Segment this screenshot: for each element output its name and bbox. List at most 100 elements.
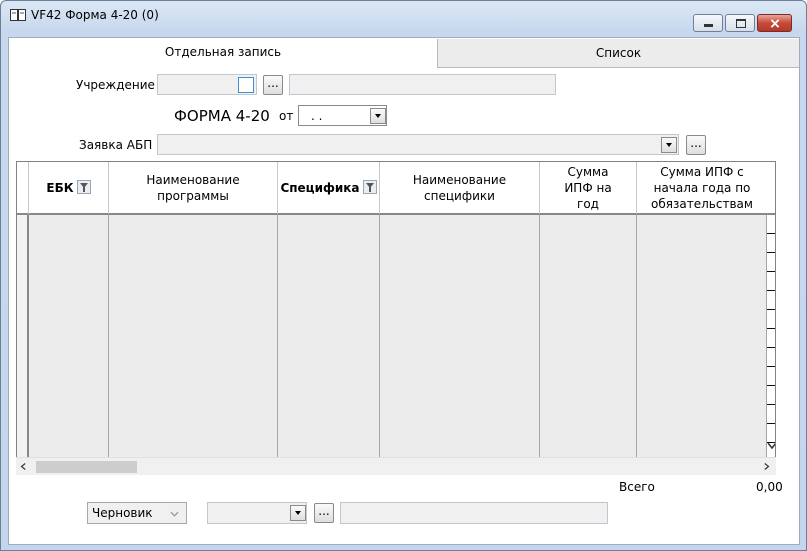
table-cell[interactable] [380, 348, 540, 367]
table-cell[interactable] [637, 253, 767, 272]
scroll-left-icon[interactable] [20, 462, 26, 471]
table-cell[interactable] [540, 291, 637, 310]
secondary-dropdown-arrow-icon[interactable] [290, 505, 306, 521]
column-header-specifics-name[interactable]: Наименование специфики [380, 162, 540, 215]
horizontal-scroll-thumb[interactable] [36, 461, 137, 473]
tab-single-record[interactable]: Отдельная запись [9, 38, 437, 68]
row-selector[interactable] [17, 424, 29, 443]
table-cell[interactable] [637, 386, 767, 405]
table-cell[interactable] [278, 348, 380, 367]
table-cell[interactable] [380, 272, 540, 291]
table-cell[interactable] [540, 367, 637, 386]
table-cell[interactable] [637, 310, 767, 329]
row-selector[interactable] [17, 234, 29, 253]
table-cell[interactable] [109, 386, 278, 405]
table-cell[interactable] [278, 272, 380, 291]
table-cell[interactable] [637, 405, 767, 424]
row-selector[interactable] [17, 405, 29, 424]
table-cell[interactable] [109, 291, 278, 310]
table-cell[interactable] [109, 405, 278, 424]
table-cell[interactable] [540, 310, 637, 329]
column-header-program-name[interactable]: Наименование программы [109, 162, 278, 215]
table-cell[interactable] [278, 329, 380, 348]
table-cell[interactable] [29, 329, 109, 348]
table-cell[interactable] [380, 329, 540, 348]
table-cell[interactable] [29, 272, 109, 291]
table-cell[interactable] [278, 405, 380, 424]
scroll-right-icon[interactable] [764, 462, 770, 471]
request-browse-button[interactable]: ... [686, 135, 706, 155]
table-cell[interactable] [109, 272, 278, 291]
date-dropdown-arrow-icon[interactable] [370, 108, 386, 124]
table-row[interactable] [17, 386, 775, 405]
footer-text-field[interactable] [340, 502, 608, 524]
table-cell[interactable] [540, 234, 637, 253]
funnel-icon[interactable] [76, 179, 91, 194]
table-cell[interactable] [540, 272, 637, 291]
horizontal-scrollbar[interactable] [16, 457, 776, 475]
table-cell[interactable] [109, 253, 278, 272]
table-cell[interactable] [540, 386, 637, 405]
table-cell[interactable] [278, 291, 380, 310]
table-row[interactable] [17, 348, 775, 367]
table-cell[interactable] [278, 386, 380, 405]
row-selector[interactable] [17, 215, 29, 234]
table-cell[interactable] [29, 348, 109, 367]
scroll-down-icon[interactable] [767, 442, 776, 450]
table-cell[interactable] [380, 215, 540, 234]
table-cell[interactable] [109, 310, 278, 329]
row-selector[interactable] [17, 272, 29, 291]
table-cell[interactable] [637, 348, 767, 367]
table-cell[interactable] [29, 253, 109, 272]
table-row[interactable] [17, 424, 775, 443]
row-selector[interactable] [17, 348, 29, 367]
table-cell[interactable] [637, 234, 767, 253]
table-cell[interactable] [109, 348, 278, 367]
table-cell[interactable] [380, 253, 540, 272]
table-cell[interactable] [540, 215, 637, 234]
table-cell[interactable] [540, 348, 637, 367]
row-selector[interactable] [17, 291, 29, 310]
minimize-button[interactable] [693, 14, 723, 32]
table-cell[interactable] [29, 310, 109, 329]
column-header-ipf-obligations[interactable]: Сумма ИПФ с начала года по обязательства… [637, 162, 775, 215]
table-cell[interactable] [278, 310, 380, 329]
secondary-select[interactable] [207, 502, 307, 524]
vertical-scrollbar[interactable] [767, 162, 776, 460]
close-button[interactable] [757, 14, 792, 32]
table-cell[interactable] [540, 424, 637, 443]
table-row[interactable] [17, 234, 775, 253]
table-row[interactable] [17, 253, 775, 272]
institution-name-field[interactable] [289, 74, 556, 95]
table-cell[interactable] [29, 405, 109, 424]
table-cell[interactable] [540, 253, 637, 272]
table-cell[interactable] [637, 424, 767, 443]
row-selector[interactable] [17, 310, 29, 329]
table-row[interactable] [17, 272, 775, 291]
tab-list[interactable]: Список [437, 39, 799, 68]
row-selector[interactable] [17, 329, 29, 348]
column-header-ebk[interactable]: ЕБК [29, 162, 109, 215]
table-cell[interactable] [29, 424, 109, 443]
maximize-button[interactable] [725, 14, 755, 32]
table-row[interactable] [17, 215, 775, 234]
table-cell[interactable] [380, 424, 540, 443]
footer-browse-button[interactable]: ... [314, 503, 334, 523]
table-cell[interactable] [540, 405, 637, 424]
column-header-specifics[interactable]: Специфика [278, 162, 380, 215]
institution-browse-button[interactable]: ... [263, 75, 283, 95]
table-cell[interactable] [109, 215, 278, 234]
table-cell[interactable] [637, 272, 767, 291]
date-picker[interactable]: . . [298, 105, 387, 126]
table-row[interactable] [17, 367, 775, 386]
table-cell[interactable] [278, 253, 380, 272]
column-header-ipf-year[interactable]: Сумма ИПФ на год [540, 162, 637, 215]
table-cell[interactable] [29, 386, 109, 405]
row-selector[interactable] [17, 386, 29, 405]
table-cell[interactable] [29, 367, 109, 386]
table-cell[interactable] [380, 291, 540, 310]
table-cell[interactable] [637, 367, 767, 386]
table-cell[interactable] [109, 234, 278, 253]
table-row[interactable] [17, 405, 775, 424]
table-cell[interactable] [109, 367, 278, 386]
